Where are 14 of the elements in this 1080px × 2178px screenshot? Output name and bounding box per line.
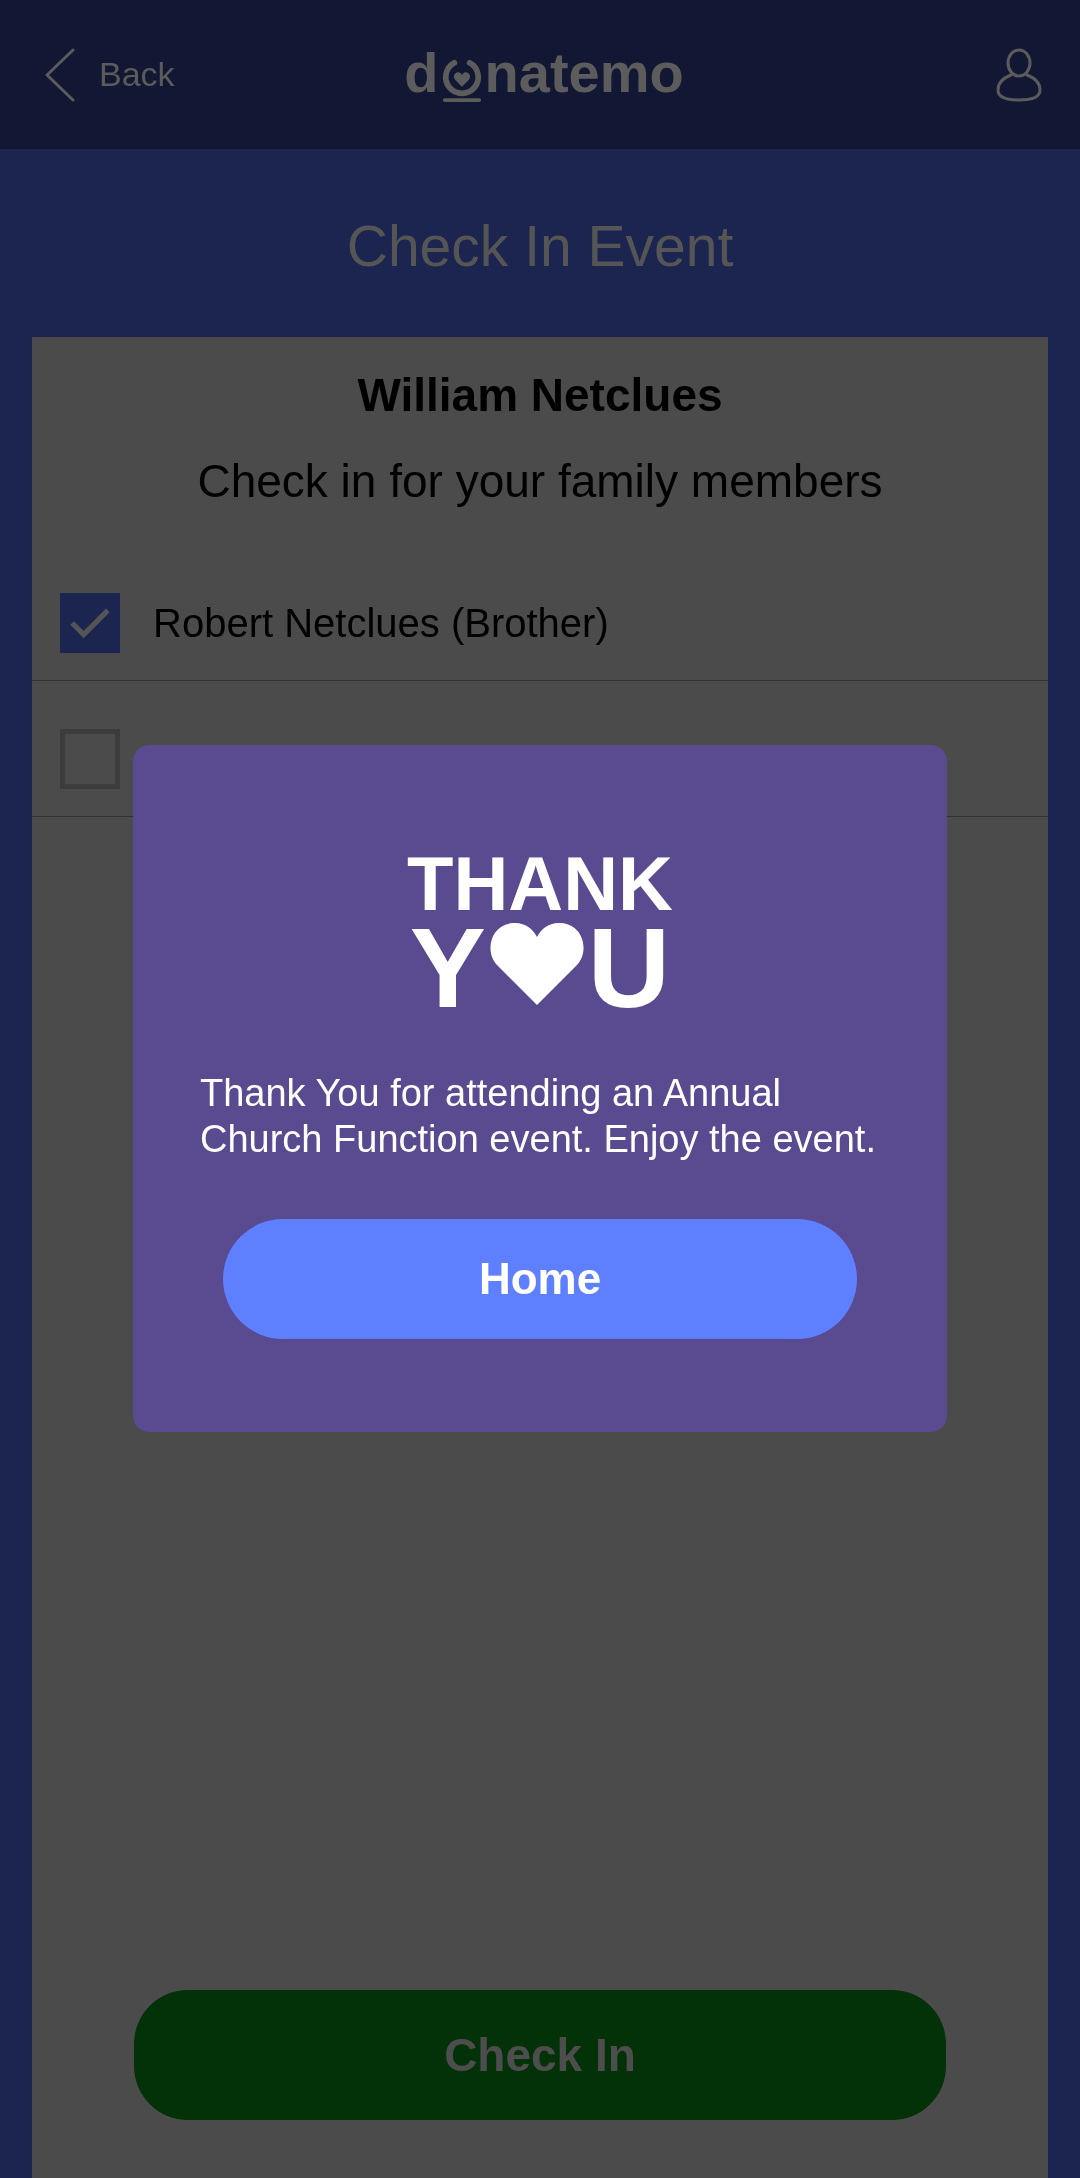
checkmark-icon bbox=[69, 607, 111, 640]
member-name: William Netclues bbox=[356, 368, 724, 423]
chevron-left-icon bbox=[45, 47, 75, 102]
logo-text: d bbox=[404, 44, 439, 101]
dialog-message: Thank You for attending an Annual Church Function event. Enjoy the event. bbox=[200, 1071, 877, 1162]
checkbox[interactable] bbox=[60, 593, 120, 654]
home-button[interactable]: Home bbox=[223, 1219, 857, 1339]
page-title: Check In Event bbox=[346, 217, 734, 275]
user-icon[interactable] bbox=[995, 47, 1043, 102]
check-in-button[interactable]: Check In bbox=[134, 1990, 946, 2120]
family-member-label: Robert Netclues (Brother) bbox=[153, 600, 609, 648]
logo-text: natemo bbox=[484, 44, 684, 101]
back-button[interactable]: Back bbox=[45, 47, 175, 102]
checkin-prompt: Check in for your family members bbox=[196, 454, 884, 510]
